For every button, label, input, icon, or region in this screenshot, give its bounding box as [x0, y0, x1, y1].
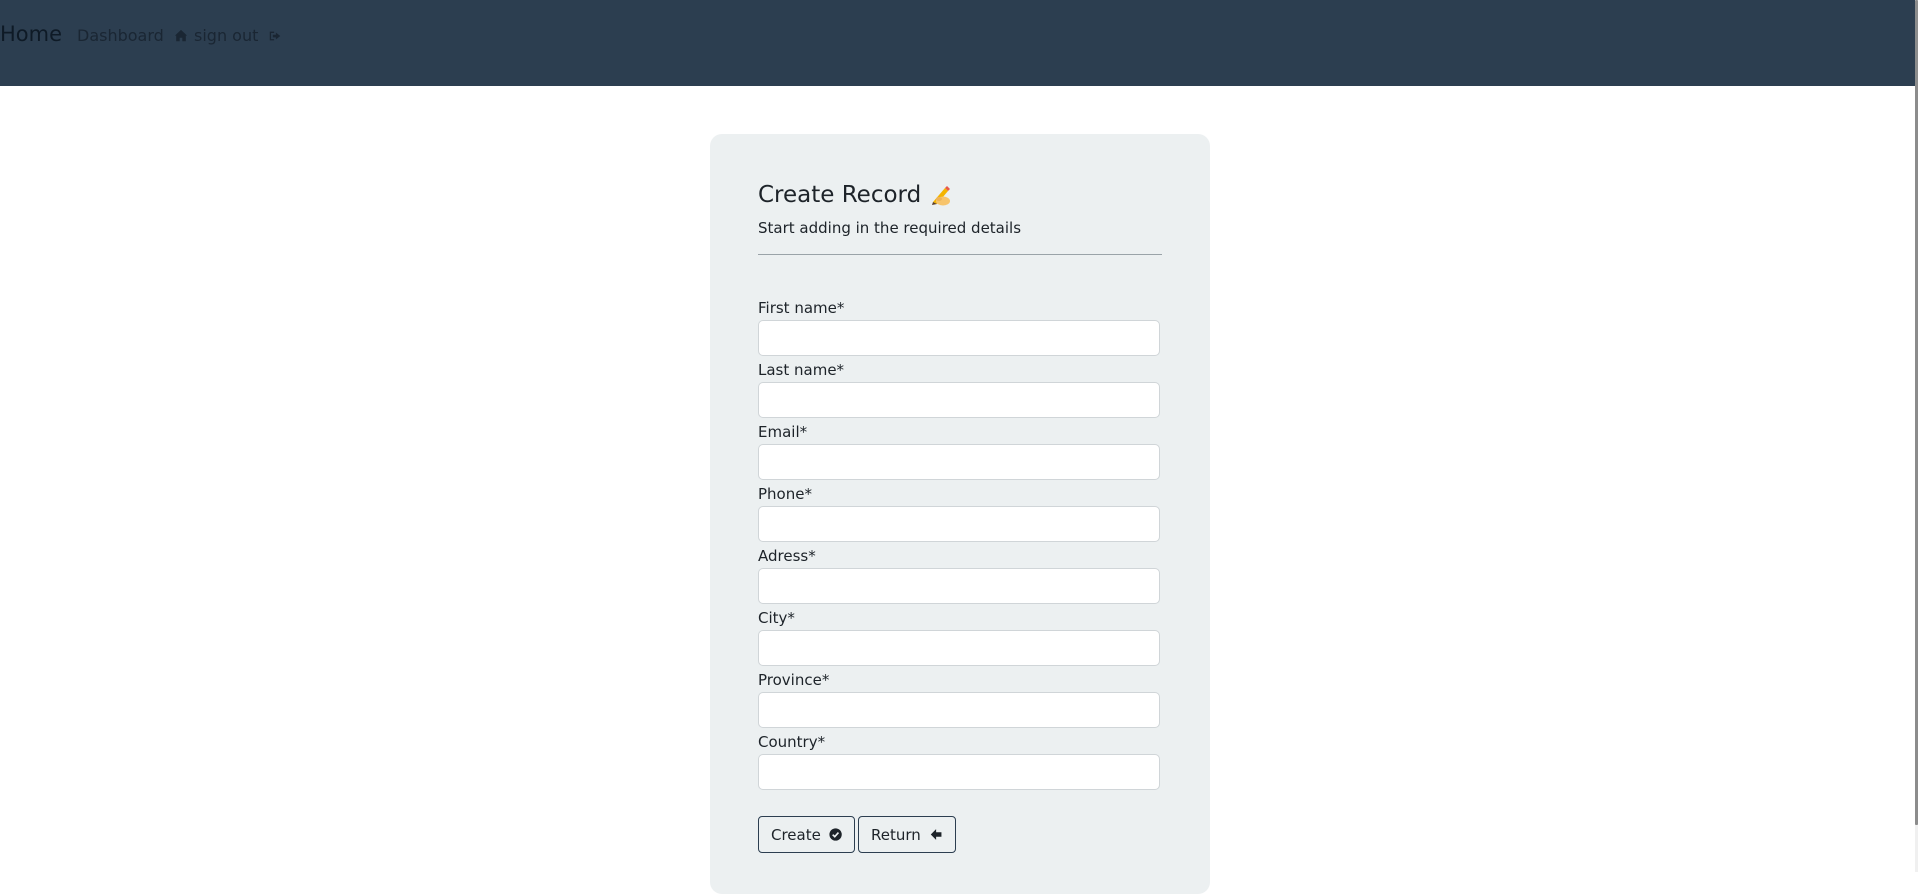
first-name-field[interactable]	[758, 320, 1160, 356]
phone-label: Phone*	[758, 485, 812, 503]
return-button-label: Return	[871, 825, 921, 844]
sign-out-icon	[270, 31, 281, 40]
nav-signout-label: sign out	[194, 26, 259, 45]
email-label: Email*	[758, 423, 808, 441]
create-record-card: Create Record Start adding in the requir…	[710, 134, 1210, 894]
first-name-label: First name*	[758, 299, 845, 317]
address-label: Adress*	[758, 547, 816, 565]
phone-field[interactable]	[758, 506, 1160, 542]
create-button-label: Create	[771, 825, 821, 844]
divider	[758, 254, 1162, 255]
create-button[interactable]: Create	[758, 816, 855, 853]
last-name-label: Last name*	[758, 361, 845, 379]
page-title: Create Record	[758, 182, 955, 208]
last-name-field[interactable]	[758, 382, 1160, 418]
nav-dashboard-label: Dashboard	[77, 26, 164, 45]
city-field[interactable]	[758, 630, 1160, 666]
form-subtitle: Start adding in the required details	[758, 219, 1022, 237]
top-navbar: Home Dashboard sign out	[0, 0, 1918, 86]
nav-dashboard-link[interactable]: Dashboard	[77, 26, 188, 45]
return-button[interactable]: Return	[858, 816, 956, 853]
address-field[interactable]	[758, 568, 1160, 604]
province-label: Province*	[758, 671, 830, 689]
check-circle-icon	[829, 828, 842, 841]
arrow-left-icon	[930, 829, 942, 840]
nav-signout-link[interactable]: sign out	[194, 26, 282, 45]
country-label: Country*	[758, 733, 826, 751]
city-label: City*	[758, 609, 795, 627]
home-icon	[174, 29, 187, 41]
country-field[interactable]	[758, 754, 1160, 790]
home-brand-link[interactable]: Home	[0, 22, 62, 46]
writing-hand-icon	[932, 186, 951, 206]
province-field[interactable]	[758, 692, 1160, 728]
form-title: Create Record	[758, 182, 922, 208]
email-field[interactable]	[758, 444, 1160, 480]
